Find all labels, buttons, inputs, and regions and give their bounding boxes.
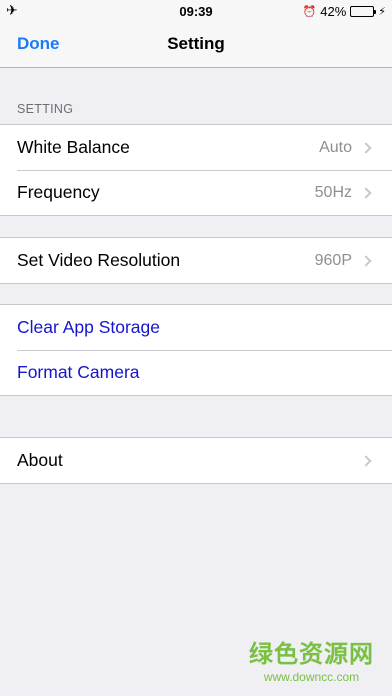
battery-icon [350,6,377,17]
clear-storage-label: Clear App Storage [17,317,161,337]
watermark: 绿色资源网 www.downcc.com [249,634,374,684]
about-label: About [17,450,63,470]
chevron-right-icon [360,141,372,154]
settings-group-video: Set Video Resolution 960P [0,237,392,284]
white-balance-label: White Balance [17,137,130,157]
frequency-row[interactable]: Frequency 50Hz [0,170,392,215]
status-bar: ✈ 09:39 ⏰ 42% ⚡ [0,0,392,22]
chevron-right-icon [360,454,372,467]
settings-group-camera: White Balance Auto Frequency 50Hz [0,124,392,216]
video-resolution-value: 960P [314,251,352,269]
alarm-icon: ⏰ [302,6,317,18]
page-title: Setting [167,34,225,53]
watermark-text: 绿色资源网 [249,640,374,668]
frequency-value: 50Hz [314,183,352,201]
video-resolution-label: Set Video Resolution [17,250,181,270]
white-balance-row[interactable]: White Balance Auto [0,125,392,170]
chevron-right-icon [360,254,372,267]
chevron-right-icon [360,186,372,199]
nav-bar: Done Setting [0,22,392,68]
bolt-icon: ⚡ [378,6,386,18]
frequency-label: Frequency [17,182,100,202]
settings-group-actions: Clear App Storage Format Camera [0,304,392,396]
format-camera-button[interactable]: Format Camera [0,350,392,395]
battery-percent: 42% [320,4,347,19]
settings-screen: ✈ 09:39 ⏰ 42% ⚡ Done Setting SETTING Whi… [0,0,392,696]
video-resolution-row[interactable]: Set Video Resolution 960P [0,238,392,283]
watermark-url: www.downcc.com [263,670,360,684]
about-row[interactable]: About [0,438,392,483]
white-balance-value: Auto [319,138,352,156]
clear-storage-button[interactable]: Clear App Storage [0,305,392,350]
settings-group-about: About [0,437,392,484]
status-right: ⏰ 42% ⚡ [303,4,386,19]
format-camera-label: Format Camera [17,362,140,382]
section-header: SETTING [17,102,74,116]
